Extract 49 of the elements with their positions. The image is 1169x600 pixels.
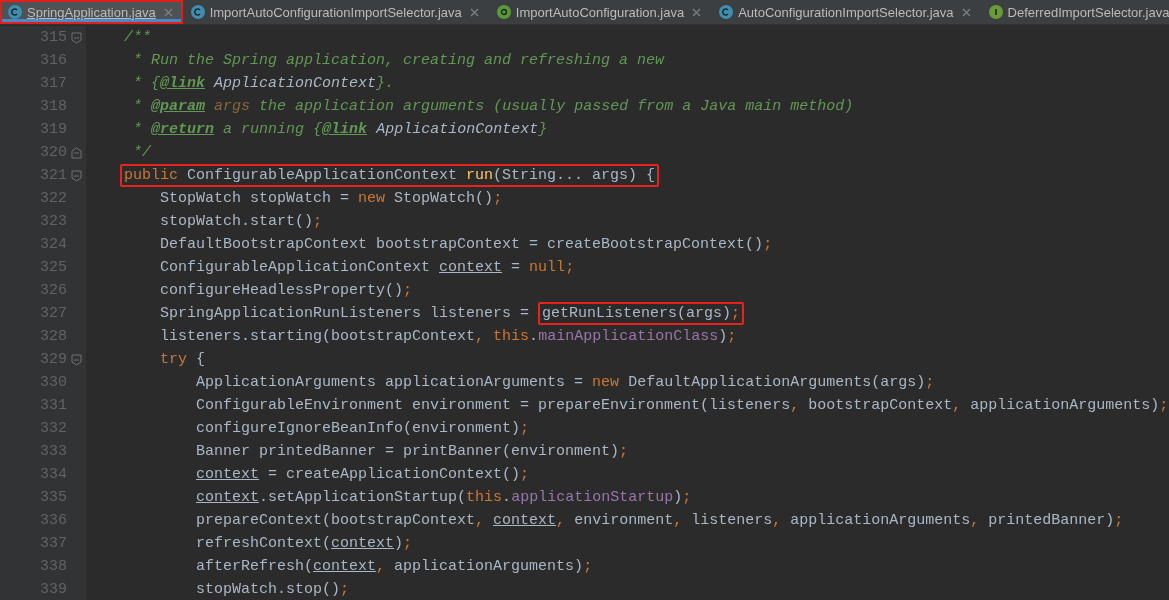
- file-tab[interactable]: ImportAutoConfiguration.java: [488, 0, 712, 24]
- file-tab[interactable]: AutoConfigurationImportSelector.java: [711, 0, 981, 24]
- code-line: SpringApplicationRunListeners listeners =: [159, 304, 531, 324]
- code-line: try {: [159, 350, 207, 370]
- tab-label: ImportAutoConfigurationImportSelector.java: [209, 4, 462, 20]
- fold-end-icon[interactable]: [71, 146, 82, 159]
- code-line: context = createApplicationContext();: [195, 465, 531, 485]
- close-icon[interactable]: [961, 7, 971, 17]
- code-line: Banner printedBanner = printBanner(environment);: [195, 442, 630, 462]
- close-icon[interactable]: [692, 7, 702, 17]
- close-icon[interactable]: [469, 7, 479, 17]
- code-line: StopWatch stopWatch = new StopWatch();: [159, 189, 504, 209]
- code-line: */: [132, 143, 153, 163]
- code-line: ConfigurableEnvironment environment = prepareEnvironment(listeners, bootstrapContext, applicationArguments);: [195, 396, 1169, 416]
- code-line: refreshContext(context);: [195, 534, 414, 554]
- annotation-icon: [496, 5, 511, 19]
- file-tab[interactable]: DeferredImportSelector.java: [980, 0, 1169, 24]
- code-line: DefaultBootstrapContext bootstrapContext = createBootstrapContext();: [159, 235, 774, 255]
- code-line: ApplicationArguments applicationArguments = new DefaultApplicationArguments(args);: [195, 373, 936, 393]
- tab-label: DeferredImportSelector.java: [1007, 4, 1169, 20]
- code-line: stopWatch.start();: [159, 212, 324, 232]
- tab-label: SpringApplication.java: [27, 4, 156, 20]
- tab-label: AutoConfigurationImportSelector.java: [738, 4, 954, 20]
- tab-label: ImportAutoConfiguration.java: [515, 4, 685, 20]
- interface-icon: [988, 5, 1003, 19]
- code-line: ConfigurableApplicationContext context = null;: [159, 258, 576, 278]
- code-line: /**: [123, 28, 153, 48]
- code-line: prepareContext(bootstrapContext, context, environment, listeners, applicationArguments, printedBanner);: [195, 511, 1125, 531]
- file-tab[interactable]: ImportAutoConfigurationImportSelector.java: [182, 0, 489, 24]
- file-tab[interactable]: SpringApplication.java: [0, 0, 183, 24]
- code-line: stopWatch.stop();: [195, 580, 351, 600]
- code-line: * {@link ApplicationContext}.: [132, 74, 396, 94]
- fold-marker-icon[interactable]: [71, 31, 82, 44]
- class-icon: [719, 5, 734, 19]
- close-icon[interactable]: [163, 7, 173, 17]
- code-line: configureHeadlessProperty();: [159, 281, 414, 301]
- highlighted-code: public ConfigurableApplicationContext run(String... args) {: [120, 164, 660, 187]
- class-icon: [8, 5, 22, 19]
- code-line: * @param args the application arguments (usually passed from a Java main method): [132, 97, 855, 117]
- class-icon: [190, 5, 205, 19]
- highlighted-code: getRunListeners(args);: [538, 302, 745, 325]
- code-line: afterRefresh(context, applicationArguments);: [195, 557, 594, 577]
- fold-marker-icon[interactable]: [71, 169, 82, 182]
- code-line: configureIgnoreBeanInfo(environment);: [195, 419, 531, 439]
- code-line: * @return a running {@link ApplicationContext}: [132, 120, 549, 140]
- code-line: * Run the Spring application, creating and refreshing a new: [132, 51, 666, 71]
- fold-marker-icon[interactable]: [71, 353, 82, 366]
- code-line: listeners.starting(bootstrapContext, this.mainApplicationClass);: [159, 327, 738, 347]
- code-line: context.setApplicationStartup(this.applicationStartup);: [195, 488, 693, 508]
